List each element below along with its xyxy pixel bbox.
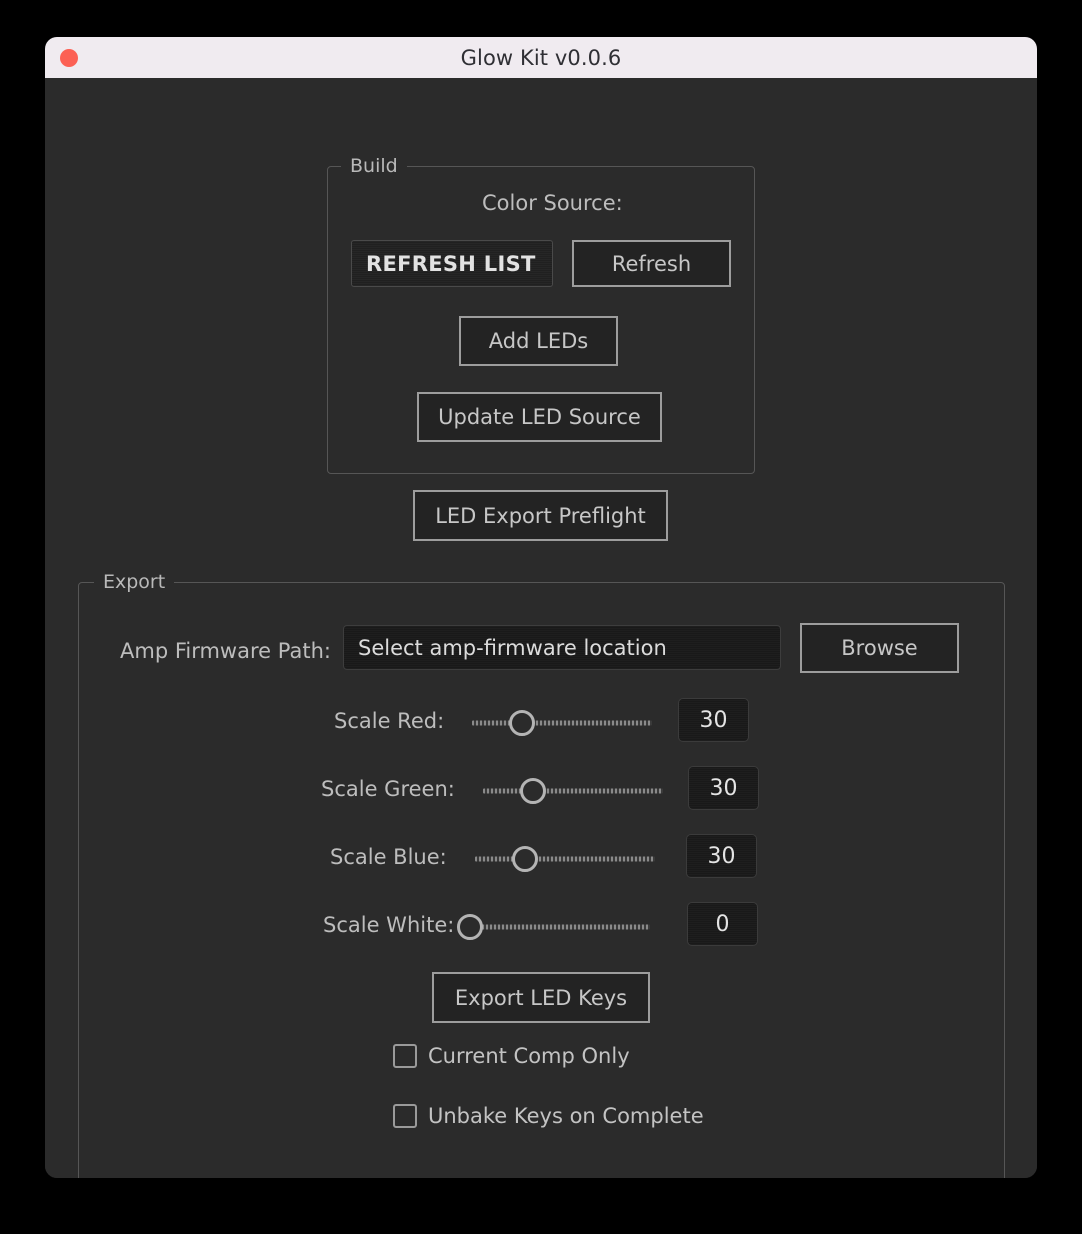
scale-blue-value-field[interactable]: 30 — [686, 834, 757, 878]
scale-white-value: 0 — [715, 911, 730, 937]
scale-blue-label: Scale Blue: — [330, 845, 447, 869]
scale-blue-slider-handle[interactable] — [512, 846, 539, 872]
window-title: Glow Kit v0.0.6 — [460, 45, 622, 70]
unbake-keys-on-complete-checkbox[interactable]: Unbake Keys on Complete — [393, 1104, 704, 1128]
update-led-source-button[interactable]: Update LED Source — [417, 392, 662, 442]
scale-blue-slider-track — [475, 856, 655, 862]
scale-red-value: 30 — [699, 707, 728, 733]
scale-green-value: 30 — [709, 775, 738, 801]
led-export-preflight-button[interactable]: LED Export Preflight — [413, 490, 668, 541]
scale-green-slider-handle[interactable] — [520, 778, 547, 804]
amp-firmware-path-input[interactable]: Select amp-firmware location — [343, 625, 781, 670]
scale-green-slider-track — [483, 788, 663, 794]
unbake-keys-on-complete-checkbox-box[interactable] — [393, 1104, 417, 1128]
export-led-keys-button[interactable]: Export LED Keys — [432, 972, 650, 1023]
title-bar: Glow Kit v0.0.6 — [45, 37, 1037, 78]
scale-white-label: Scale White: — [323, 913, 455, 937]
scale-red-slider[interactable] — [472, 706, 652, 740]
scale-white-slider-handle[interactable] — [457, 914, 483, 940]
scale-green-value-field[interactable]: 30 — [688, 766, 759, 810]
current-comp-only-checkbox-box[interactable] — [393, 1044, 417, 1068]
scale-red-label: Scale Red: — [334, 709, 445, 733]
scale-blue-slider[interactable] — [475, 842, 655, 876]
color-source-label: Color Source: — [482, 191, 623, 215]
current-comp-only-label: Current Comp Only — [428, 1044, 630, 1068]
amp-firmware-path-value: Select amp-firmware location — [358, 635, 667, 660]
unbake-keys-on-complete-label: Unbake Keys on Complete — [428, 1104, 704, 1128]
color-source-dropdown[interactable]: REFRESH LIST — [351, 240, 553, 287]
scale-white-value-field[interactable]: 0 — [687, 902, 758, 946]
window-body: Build Color Source: REFRESH LIST Refresh… — [45, 78, 1037, 1178]
app-window: Glow Kit v0.0.6 Build Color Source: REFR… — [45, 37, 1037, 1178]
scale-blue-value: 30 — [707, 843, 736, 869]
build-group-legend: Build — [341, 155, 407, 177]
scale-green-label: Scale Green: — [321, 777, 455, 801]
browse-button[interactable]: Browse — [800, 623, 959, 673]
scale-red-slider-handle[interactable] — [509, 710, 536, 736]
scale-red-value-field[interactable]: 30 — [678, 698, 749, 742]
amp-firmware-path-label: Amp Firmware Path: — [120, 639, 331, 663]
refresh-button[interactable]: Refresh — [572, 240, 731, 287]
color-source-dropdown-value: REFRESH LIST — [366, 251, 536, 276]
scale-white-slider[interactable] — [457, 910, 650, 944]
export-group-legend: Export — [94, 571, 175, 593]
scale-green-slider[interactable] — [483, 774, 663, 808]
scale-white-slider-track — [470, 924, 650, 930]
close-button[interactable] — [60, 48, 78, 67]
add-leds-button[interactable]: Add LEDs — [459, 316, 618, 366]
current-comp-only-checkbox[interactable]: Current Comp Only — [393, 1044, 630, 1068]
scale-red-slider-track — [472, 720, 652, 726]
